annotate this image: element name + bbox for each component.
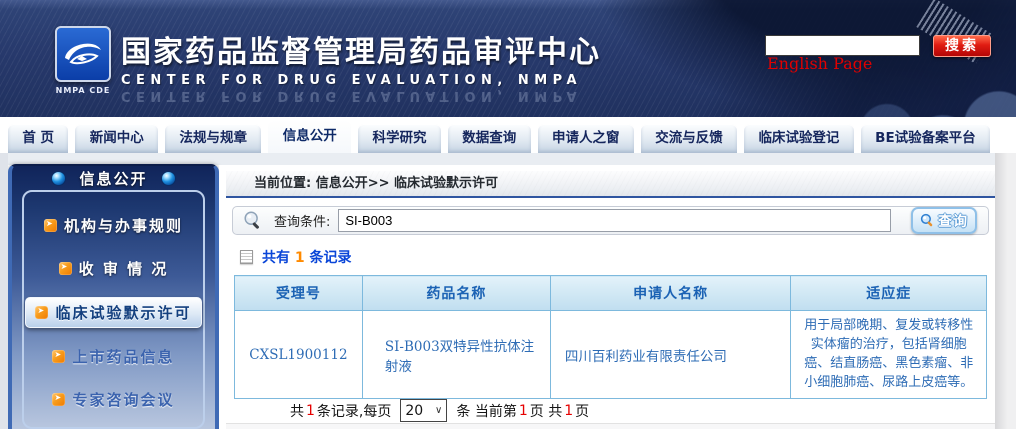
sidebar-title: 信息公开 — [79, 168, 147, 189]
sidebar-information-disclosure: 信息公开 机构与办事规则 收 审 情 况 临床试验默示许可 上市药品信息 — [8, 164, 219, 429]
orb-icon — [161, 171, 176, 186]
pagination-current-page: 1 — [519, 403, 528, 419]
sidebar-item-label: 专家咨询会议 — [72, 389, 174, 410]
tab-clinical-trial-registration[interactable]: 临床试验登记 — [744, 124, 854, 153]
pagination-text: 共 — [290, 401, 304, 421]
query-submit-button[interactable]: 查询 — [911, 207, 977, 234]
rss-arrow-icon — [35, 306, 48, 319]
breadcrumb: 当前位置: 信息公开>> 临床试验默示许可 — [226, 171, 995, 198]
english-page-link[interactable]: English Page — [767, 54, 872, 73]
cell-acceptance-number: CXSL1900112 — [235, 311, 363, 399]
sidebar-item-label: 临床试验默示许可 — [55, 302, 191, 323]
pagination-total-pages: 1 — [564, 403, 573, 419]
tab-news[interactable]: 新闻中心 — [75, 124, 158, 153]
magnifier-icon — [242, 210, 264, 232]
content-region: 信息公开 机构与办事规则 收 审 情 况 临床试验默示许可 上市药品信息 — [0, 165, 1016, 429]
tab-regulations[interactable]: 法规与规章 — [165, 124, 261, 153]
site-title-en: CENTER FOR DRUG EVALUATION, NMPA — [121, 73, 601, 88]
table-row: CXSL1900112 SI-B003双特异性抗体注射液 四川百利药业有限责任公… — [235, 311, 987, 399]
logo-caption: NMPA CDE — [46, 86, 120, 95]
left-page-margin — [0, 153, 8, 429]
site-title-cn: 国家药品监督管理局药品审评中心 — [121, 27, 601, 71]
sidebar-item-expert-advisory-meeting[interactable]: 专家咨询会议 — [52, 389, 174, 410]
site-title-en-reflection: CENTER FOR DRUG EVALUATION, NMPA — [121, 88, 601, 103]
pagination-text: 条记录,每页 — [317, 401, 391, 421]
chevron-down-icon: ∨ — [435, 405, 442, 416]
orb-icon — [51, 171, 66, 186]
rss-arrow-icon — [59, 262, 72, 275]
site-titles: 国家药品监督管理局药品审评中心 CENTER FOR DRUG EVALUATI… — [121, 27, 601, 103]
pagination-text: 页 — [575, 401, 589, 421]
records-count: 1 — [295, 250, 305, 266]
bottom-strip — [226, 423, 995, 429]
main-panel: 当前位置: 信息公开>> 临床试验默示许可 查询条件: 查询 共有 — [219, 165, 995, 429]
rss-arrow-icon — [44, 219, 57, 232]
records-prefix: 共有 — [262, 250, 290, 266]
pagination-total-records: 1 — [306, 403, 315, 419]
tab-applicant-window[interactable]: 申请人之窗 — [538, 124, 634, 153]
sidebar-item-clinical-trial-implied-license[interactable]: 临床试验默示许可 — [25, 297, 201, 328]
sidebar-item-marketed-drug-info[interactable]: 上市药品信息 — [52, 346, 174, 367]
page-size-select[interactable]: 20 ∨ — [400, 399, 447, 422]
tab-data-query[interactable]: 数据查询 — [448, 124, 531, 153]
cell-applicant-name: 四川百利药业有限责任公司 — [550, 311, 791, 399]
sidebar-item-label: 上市药品信息 — [72, 346, 174, 367]
table-header-row: 受理号 药品名称 申请人名称 适应症 — [235, 276, 987, 311]
pagination-text: 条 当前第 — [456, 401, 516, 421]
tab-communication-feedback[interactable]: 交流与反馈 — [641, 124, 737, 153]
sidebar-item-institutions-rules[interactable]: 机构与办事规则 — [44, 215, 183, 236]
query-condition-label: 查询条件: — [274, 211, 330, 230]
site-header: NMPA CDE 国家药品监督管理局药品审评中心 CENTER FOR DRUG… — [0, 0, 1016, 117]
header-search-input[interactable] — [765, 35, 920, 56]
page-size-value: 20 — [405, 403, 423, 419]
rss-arrow-icon — [52, 393, 65, 406]
sidebar-header: 信息公开 — [12, 166, 215, 190]
sidebar-menu-panel: 机构与办事规则 收 审 情 况 临床试验默示许可 上市药品信息 专家咨询会议 — [22, 190, 205, 429]
right-page-margin — [995, 153, 1016, 429]
sidebar-item-acceptance-review[interactable]: 收 审 情 况 — [59, 258, 169, 279]
list-grid-icon — [240, 250, 253, 264]
rss-arrow-icon — [52, 350, 65, 363]
pagination-bar: 共 1 条记录,每页 20 ∨ 条 当前第 1 页 共 1 页 — [288, 399, 995, 422]
column-header-applicant-name: 申请人名称 — [550, 276, 791, 311]
cell-drug-name: SI-B003双特异性抗体注射液 — [362, 311, 550, 399]
records-summary: 共有 1 条记录 — [240, 247, 995, 267]
records-suffix: 条记录 — [310, 250, 352, 266]
pagination-text: 页 共 — [530, 401, 562, 421]
column-header-acceptance-number: 受理号 — [235, 276, 363, 311]
cde-swoosh-icon — [61, 34, 105, 74]
tab-scientific-research[interactable]: 科学研究 — [358, 124, 441, 153]
query-button-label: 查询 — [938, 211, 968, 231]
tab-information-disclosure[interactable]: 信息公开 — [268, 120, 351, 153]
column-header-indication: 适应症 — [791, 276, 987, 311]
column-header-drug-name: 药品名称 — [362, 276, 550, 311]
query-condition-input[interactable] — [338, 209, 891, 232]
tab-be-trial-platform[interactable]: BE试验备案平台 — [861, 124, 990, 153]
magnifier-icon — [920, 213, 935, 228]
nmpa-cde-logo[interactable] — [55, 26, 111, 82]
header-search-button[interactable]: 搜索 — [933, 35, 991, 57]
sidebar-item-label: 收 审 情 况 — [79, 258, 169, 279]
cell-indication: 用于局部晚期、复发或转移性实体瘤的治疗，包括肾细胞癌、结直肠癌、黑色素瘤、非小细… — [791, 311, 987, 399]
results-table: 受理号 药品名称 申请人名称 适应症 CXSL1900112 SI-B003双特… — [234, 275, 987, 399]
sidebar-item-label: 机构与办事规则 — [64, 215, 183, 236]
primary-navbar: 首 页 新闻中心 法规与规章 信息公开 科学研究 数据查询 申请人之窗 交流与反… — [0, 117, 1016, 153]
query-bar: 查询条件: 查询 — [232, 206, 989, 235]
tab-home[interactable]: 首 页 — [8, 124, 68, 153]
